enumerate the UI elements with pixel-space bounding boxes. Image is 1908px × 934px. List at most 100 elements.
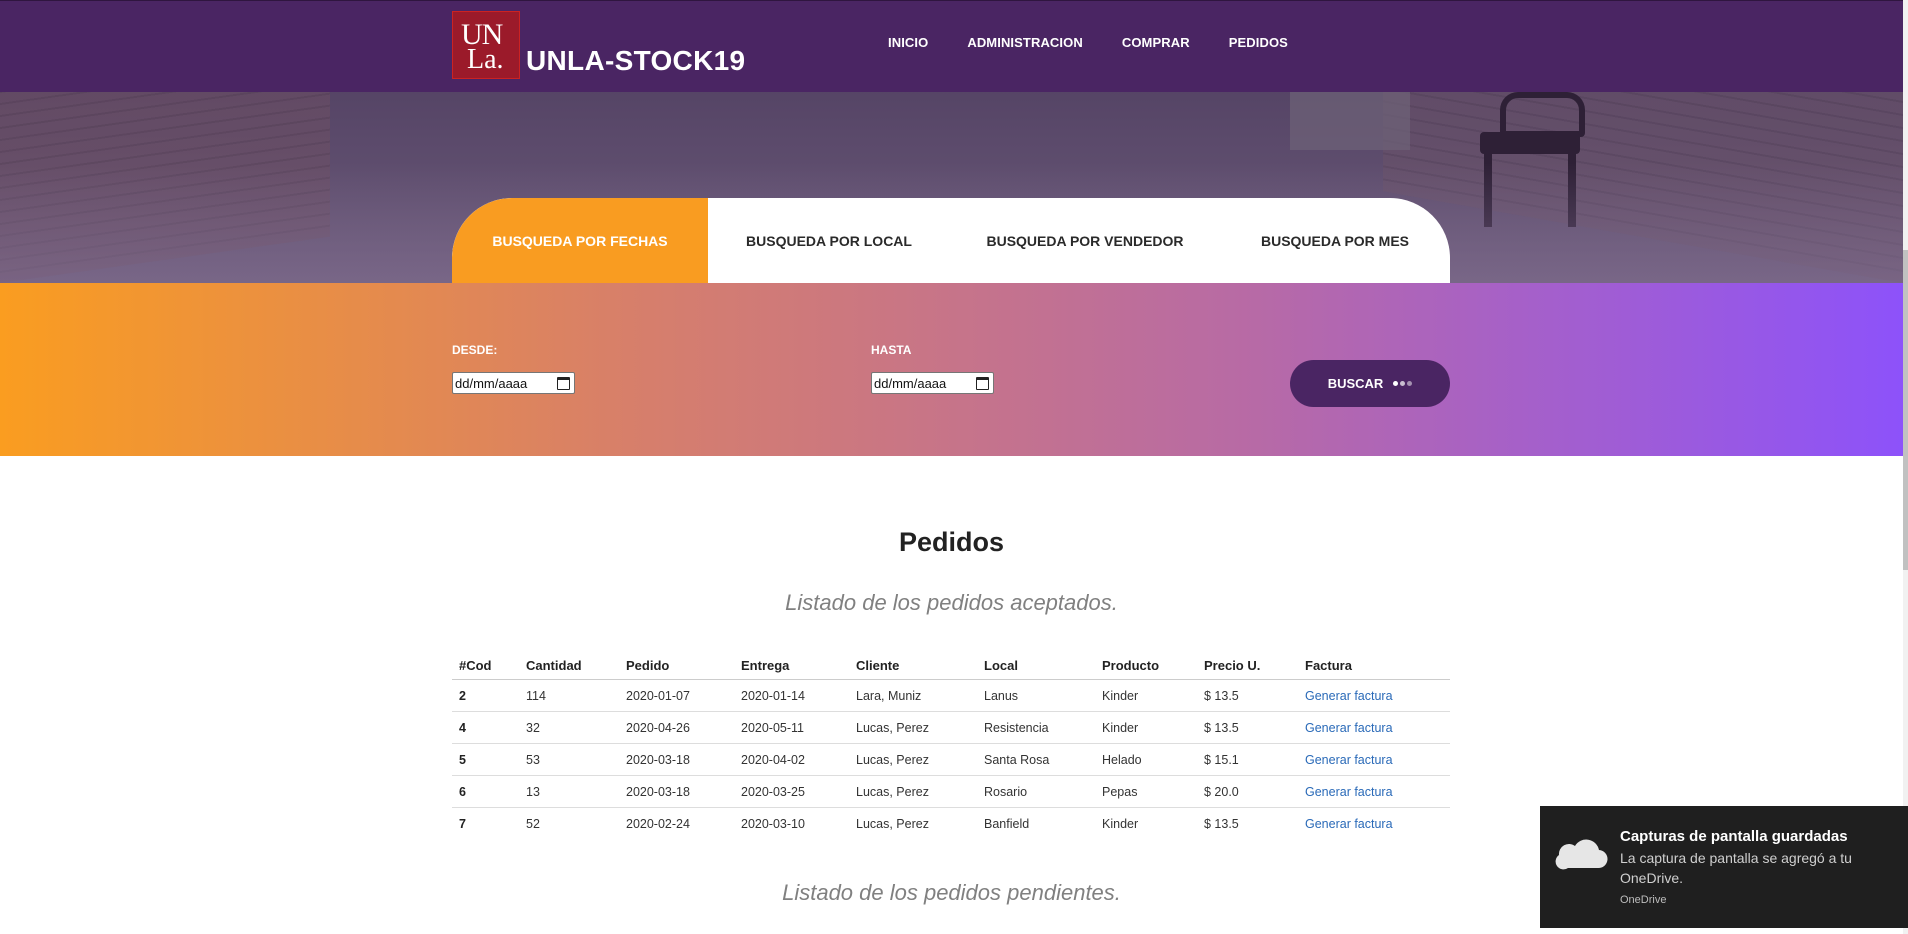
scrollbar-thumb[interactable] (1903, 250, 1908, 570)
navbar: UN La. UNLA-STOCK19 INICIO ADMINISTRACIO… (0, 0, 1903, 92)
cell-cantidad: 52 (526, 817, 540, 832)
generar-factura-link[interactable]: Generar factura (1305, 817, 1393, 831)
brand-name[interactable]: UNLA-STOCK19 (526, 45, 745, 77)
cell-producto: Kinder (1095, 679, 1197, 712)
notification-title: Capturas de pantalla guardadas (1620, 828, 1848, 845)
cell-local: Rosario (977, 775, 1095, 808)
generar-factura-link[interactable]: Generar factura (1305, 689, 1393, 703)
cell-cod: 7 (459, 817, 466, 832)
table-row: 4 32 2020-04-26 2020-05-11 Lucas, Perez … (452, 711, 1450, 744)
cell-precio: $ 15.1 (1197, 743, 1298, 776)
accepted-orders-subtitle: Listado de los pedidos aceptados. (785, 590, 1118, 615)
cell-entrega: 2020-03-10 (741, 817, 805, 832)
cell-cantidad: 13 (519, 775, 619, 808)
cell-pedido: 2020-04-26 (619, 711, 734, 744)
generar-factura-link[interactable]: Generar factura (1305, 785, 1393, 799)
page-title: Pedidos (898, 527, 1005, 557)
unla-logo: UN La. (452, 11, 520, 79)
brand[interactable]: UN La. UNLA-STOCK19 (452, 11, 745, 79)
cell-factura: Generar factura (1298, 711, 1450, 744)
col-cliente: Cliente (849, 650, 977, 680)
col-local: Local (977, 650, 1095, 680)
cell-entrega: 2020-05-11 (734, 711, 849, 744)
cell-local: Banfield (984, 817, 1030, 832)
cell-local: Lanus (977, 679, 1095, 712)
cell-entrega: 2020-04-02 (734, 743, 849, 776)
cell-cantidad: 53 (519, 743, 619, 776)
cell-cod: 4 (452, 711, 519, 744)
cell-pedido: 2020-03-18 (619, 743, 734, 776)
tab-busqueda-fechas[interactable]: BUSQUEDA POR FECHAS (452, 198, 708, 283)
cell-precio: $ 20.0 (1197, 775, 1298, 808)
nav-link-administracion[interactable]: ADMINISTRACION (967, 35, 1083, 50)
cell-producto: Helado (1095, 743, 1197, 776)
hasta-label: HASTA (871, 343, 912, 357)
col-precio: Precio U. (1197, 650, 1298, 680)
search-form: DESDE: dd/mm/aaaa HASTA dd/mm/aaaa BUSCA… (0, 283, 1903, 456)
cell-precio: $ 13.5 (1197, 679, 1298, 712)
cell-cantidad: 32 (519, 711, 619, 744)
tab-busqueda-mes[interactable]: BUSQUEDA POR MES (1220, 198, 1450, 283)
hasta-field: HASTA dd/mm/aaaa (871, 343, 994, 394)
table-row: 6 13 2020-03-18 2020-03-25 Lucas, Perez … (452, 775, 1450, 808)
onedrive-notification[interactable]: Capturas de pantalla guardadas La captur… (1540, 806, 1908, 928)
col-cantidad: Cantidad (519, 650, 619, 680)
cell-cliente: Lucas, Perez (849, 743, 977, 776)
buscar-button[interactable]: BUSCAR (1290, 360, 1450, 407)
cell-local: Santa Rosa (977, 743, 1095, 776)
generar-factura-link[interactable]: Generar factura (1305, 753, 1393, 767)
col-producto: Producto (1095, 650, 1197, 680)
cell-producto: Kinder (1095, 711, 1197, 744)
cell-cliente: Lucas, Perez (849, 775, 977, 808)
cell-cliente: Lucas, Perez (849, 711, 977, 744)
col-pedido: Pedido (619, 650, 734, 680)
col-factura: Factura (1298, 650, 1450, 680)
table-header-row: #Cod Cantidad Pedido Entrega Cliente Loc… (452, 650, 1450, 680)
desde-field: DESDE: dd/mm/aaaa (452, 343, 575, 394)
hasta-date-input[interactable]: dd/mm/aaaa (871, 372, 994, 394)
notification-body: La captura de pantalla se agregó a tu On… (1620, 850, 1852, 886)
generar-factura-link[interactable]: Generar factura (1305, 721, 1393, 735)
cell-cod: 5 (452, 743, 519, 776)
cell-entrega: 2020-03-25 (734, 775, 849, 808)
cell-pedido: 2020-02-24 (626, 817, 690, 832)
cell-factura: Generar factura (1298, 808, 1450, 840)
nav-menu: INICIO ADMINISTRACION COMPRAR PEDIDOS (888, 35, 1327, 50)
cell-factura: Generar factura (1298, 679, 1450, 712)
nav-link-inicio[interactable]: INICIO (888, 35, 928, 50)
cell-precio: $ 13.5 (1197, 711, 1298, 744)
desde-placeholder: dd/mm/aaaa (455, 375, 528, 391)
cell-entrega: 2020-01-14 (734, 679, 849, 712)
notification-app-name: OneDrive (1620, 894, 1667, 906)
col-entrega: Entrega (734, 650, 849, 680)
cell-producto: Kinder (1102, 817, 1139, 832)
onedrive-cloud-icon (1555, 839, 1608, 870)
search-tabs: BUSQUEDA POR FECHAS BUSQUEDA POR LOCAL B… (452, 198, 1450, 283)
calendar-icon[interactable] (557, 376, 570, 390)
cell-precio: $ 13.5 (1204, 817, 1239, 832)
cell-cliente: Lara, Muniz (849, 679, 977, 712)
page-scrollbar[interactable] (1903, 0, 1908, 934)
loading-dots-icon (1393, 381, 1413, 386)
cell-cod: 2 (452, 679, 519, 712)
cell-cod: 6 (452, 775, 519, 808)
cell-producto: Pepas (1095, 775, 1197, 808)
tab-busqueda-vendedor[interactable]: BUSQUEDA POR VENDEDOR (950, 198, 1220, 283)
hasta-placeholder: dd/mm/aaaa (874, 375, 947, 391)
calendar-icon[interactable] (976, 376, 989, 390)
cell-local: Resistencia (977, 711, 1095, 744)
cell-pedido: 2020-03-18 (619, 775, 734, 808)
cell-cliente: Lucas, Perez (856, 817, 929, 832)
tab-busqueda-local[interactable]: BUSQUEDA POR LOCAL (708, 198, 950, 283)
cell-cantidad: 114 (519, 679, 619, 712)
nav-link-comprar[interactable]: COMPRAR (1122, 35, 1190, 50)
table-row: 7 52 2020-02-24 2020-03-10 Lucas, Perez … (452, 808, 1450, 840)
desde-label: DESDE: (452, 343, 498, 357)
table-row: 5 53 2020-03-18 2020-04-02 Lucas, Perez … (452, 743, 1450, 776)
table-row: 2 114 2020-01-07 2020-01-14 Lara, Muniz … (452, 679, 1450, 712)
desde-date-input[interactable]: dd/mm/aaaa (452, 372, 575, 394)
nav-link-pedidos[interactable]: PEDIDOS (1229, 35, 1288, 50)
accepted-orders-table: #Cod Cantidad Pedido Entrega Cliente Loc… (452, 650, 1450, 840)
cell-factura: Generar factura (1298, 743, 1450, 776)
logo-text-la: La. (467, 44, 504, 75)
